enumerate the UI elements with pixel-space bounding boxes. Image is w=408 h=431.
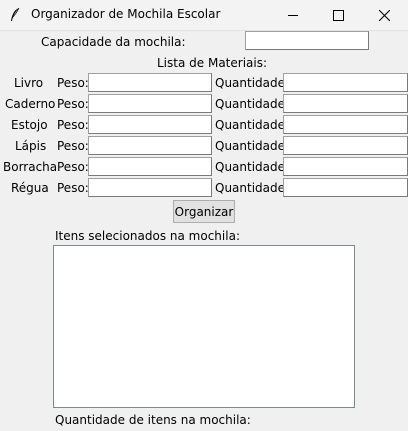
organize-button[interactable]: Organizar (173, 200, 235, 223)
selected-items-listbox[interactable] (53, 245, 355, 408)
quantity-input[interactable] (283, 178, 408, 197)
window-title: Organizador de Mochila Escolar (31, 7, 221, 21)
quantity-input[interactable] (283, 115, 408, 134)
close-icon (378, 9, 390, 21)
quantity-input[interactable] (283, 157, 408, 176)
capacity-input[interactable] (245, 31, 369, 50)
quantity-label: Quantidade: (215, 76, 290, 90)
weight-label: Peso: (57, 118, 89, 132)
minimize-icon (288, 15, 298, 16)
materials-header: Lista de Materiais: (157, 56, 268, 70)
weight-input[interactable] (88, 115, 212, 134)
minimize-button[interactable] (270, 0, 316, 30)
quantity-input[interactable] (283, 136, 408, 155)
close-button[interactable] (361, 0, 407, 30)
weight-input[interactable] (88, 136, 212, 155)
weight-label: Peso: (57, 139, 89, 153)
capacity-label: Capacidade da mochila: (41, 35, 186, 49)
material-name: Régua (11, 181, 49, 195)
material-name: Estojo (11, 118, 48, 132)
feather-icon (11, 7, 20, 21)
weight-input[interactable] (88, 94, 212, 113)
quantity-label: Quantidade: (215, 139, 290, 153)
material-name: Caderno (5, 97, 56, 111)
maximize-icon (332, 9, 344, 21)
weight-label: Peso: (57, 76, 89, 90)
quantity-label: Quantidade: (215, 118, 290, 132)
quantity-input[interactable] (283, 73, 408, 92)
weight-input[interactable] (88, 73, 212, 92)
weight-label: Peso: (57, 160, 89, 174)
title-bar: Organizador de Mochila Escolar (0, 0, 408, 31)
quantity-label: Quantidade: (215, 160, 290, 174)
material-name: Lápis (15, 139, 47, 153)
quantity-label: Quantidade: (215, 181, 290, 195)
quantity-input[interactable] (283, 94, 408, 113)
item-count-label: Quantidade de itens na mochila: (55, 413, 251, 427)
maximize-button[interactable] (315, 0, 361, 30)
material-name: Borracha (3, 160, 58, 174)
weight-label: Peso: (57, 97, 89, 111)
weight-input[interactable] (88, 157, 212, 176)
quantity-label: Quantidade: (215, 97, 290, 111)
weight-input[interactable] (88, 178, 212, 197)
weight-label: Peso: (57, 181, 89, 195)
material-name: Livro (14, 76, 44, 90)
selected-items-label: Itens selecionados na mochila: (55, 229, 240, 243)
